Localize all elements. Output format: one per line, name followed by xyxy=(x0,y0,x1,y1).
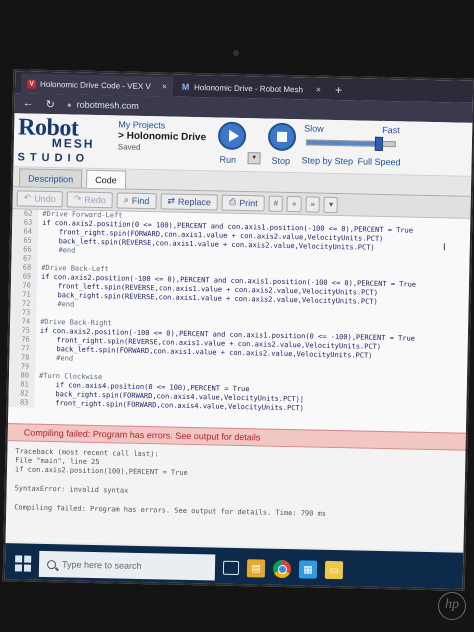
run-dropdown-button[interactable]: ▾ xyxy=(247,152,261,165)
code-text: #end xyxy=(39,353,74,363)
print-label: Print xyxy=(239,197,258,208)
run-button[interactable] xyxy=(217,121,247,151)
stop-button[interactable] xyxy=(267,122,297,152)
search-icon: ⌕ xyxy=(123,194,129,205)
tab-code[interactable]: Code xyxy=(85,169,126,189)
folder-icon[interactable]: ▭ xyxy=(324,560,344,580)
url-field[interactable]: ● robotmesh.com xyxy=(67,99,139,111)
outdent-button[interactable]: « xyxy=(286,195,302,212)
redo-icon: ↷ xyxy=(73,193,82,204)
windows-start-icon[interactable] xyxy=(14,555,32,572)
redo-button[interactable]: ↷ Redo xyxy=(66,190,113,208)
indent-button[interactable]: » xyxy=(305,195,321,213)
hp-logo: hp xyxy=(438,592,466,620)
speed-slider-thumb[interactable] xyxy=(374,136,384,151)
file-explorer-icon[interactable]: ▦ xyxy=(298,560,318,579)
run-label: Run xyxy=(219,154,237,165)
speed-slider-fill xyxy=(306,140,380,146)
print-icon: ⎙ xyxy=(228,196,237,207)
monitor-screen: V Holonomic Drive Code - VEX V × M Holon… xyxy=(2,69,474,591)
text-cursor-icon: I xyxy=(442,242,446,254)
project-name: > Holonomic Drive xyxy=(117,130,207,144)
speed-slider[interactable] xyxy=(305,136,396,151)
my-projects-link[interactable]: My Projects xyxy=(118,119,208,131)
speed-fast-label: Fast xyxy=(382,124,400,136)
taskbar-search-box[interactable]: Type here to search xyxy=(38,550,216,581)
code-editor[interactable]: 62 #Drive Forward-Left 63 if con.axis2.posi… xyxy=(7,209,471,433)
vex-icon: V xyxy=(27,79,37,89)
search-icon xyxy=(46,559,57,569)
browser-tab-title: Holonomic Drive Code - VEX V xyxy=(40,79,151,91)
code-text: #end xyxy=(40,299,75,309)
speed-slow-label: Slow xyxy=(304,123,324,134)
chrome-icon[interactable] xyxy=(272,559,292,579)
undo-icon: ↶ xyxy=(23,192,32,203)
output-console: Traceback (most recent call last): File "… xyxy=(5,441,466,551)
app-header: Robot MESH STUDIO My Projects > Holonomi… xyxy=(13,113,473,177)
find-label: Find xyxy=(131,195,150,206)
find-button[interactable]: ⌕ Find xyxy=(116,191,157,209)
store-icon[interactable]: ▤ xyxy=(246,559,266,578)
windows-taskbar: Type here to search ▤ ▦ ▭ xyxy=(4,543,464,591)
run-control: Run ▾ xyxy=(211,121,266,170)
logo-word-bottom: STUDIO xyxy=(17,151,90,165)
back-button[interactable]: ← xyxy=(23,97,34,109)
logo-word-mid: MESH xyxy=(51,136,95,151)
url-text: robotmesh.com xyxy=(76,99,139,111)
print-button[interactable]: ⎙ Print xyxy=(221,194,265,212)
robotmesh-logo[interactable]: Robot MESH STUDIO xyxy=(17,114,114,167)
replace-icon: ⇄ xyxy=(167,195,176,206)
browser-tab-title: Holonomic Drive - Robot Mesh xyxy=(193,82,304,94)
lock-icon: ● xyxy=(66,99,72,109)
redo-label: Redo xyxy=(84,194,106,205)
comment-button[interactable]: # xyxy=(268,195,284,212)
step-by-step-button[interactable]: Step by Step xyxy=(301,155,353,166)
code-text: #end xyxy=(41,245,76,255)
replace-button[interactable]: ⇄ Replace xyxy=(160,192,219,211)
task-view-icon[interactable] xyxy=(222,560,240,576)
tab-description[interactable]: Description xyxy=(18,168,83,188)
close-icon[interactable]: × xyxy=(162,81,167,91)
stop-label: Stop xyxy=(271,155,291,167)
undo-button[interactable]: ↶ Undo xyxy=(16,189,63,207)
robotmesh-icon: M xyxy=(181,81,190,92)
new-tab-button[interactable]: + xyxy=(329,83,348,100)
more-button[interactable]: ▾ xyxy=(323,196,339,213)
project-info: My Projects > Holonomic Drive Saved xyxy=(118,119,209,153)
line-number: 83 xyxy=(8,398,35,408)
close-icon[interactable]: × xyxy=(316,85,321,95)
replace-label: Replace xyxy=(177,196,212,207)
undo-label: Undo xyxy=(34,193,56,204)
webcam xyxy=(233,50,239,56)
reload-button[interactable]: ↻ xyxy=(46,97,55,110)
save-status: Saved xyxy=(117,142,141,152)
stop-control: Stop xyxy=(265,122,302,172)
taskbar-search-placeholder: Type here to search xyxy=(61,559,142,572)
speed-control: Slow Fast Step by Step Full Speed xyxy=(301,123,412,173)
full-speed-button[interactable]: Full Speed xyxy=(357,156,400,167)
